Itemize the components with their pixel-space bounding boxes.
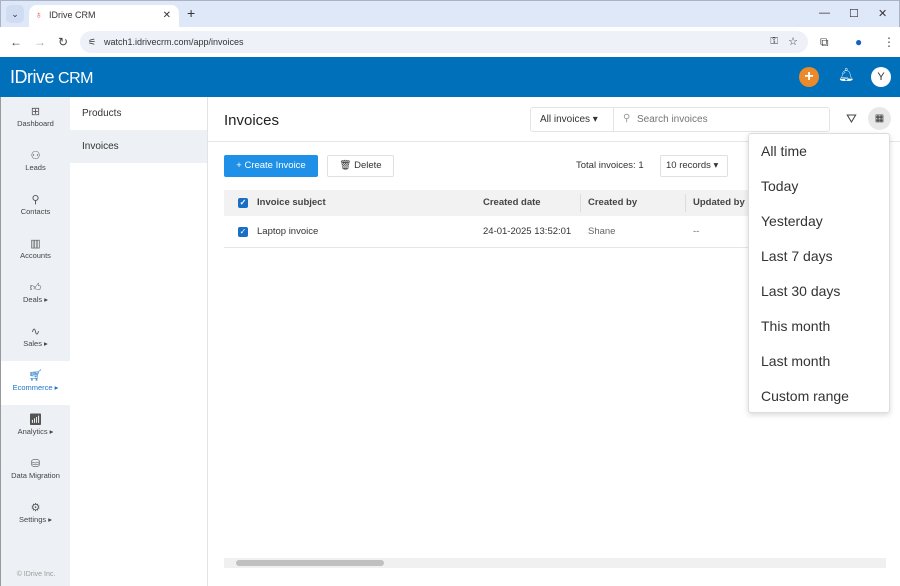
contacts-icon: ⚲ bbox=[31, 194, 40, 206]
sidebar-item-data-migration[interactable]: ⛁ Data Migration bbox=[1, 449, 70, 493]
date-range-menu: All time Today Yesterday Last 7 days Las… bbox=[748, 133, 890, 413]
cart-icon: 🛒︎ bbox=[28, 370, 43, 382]
total-invoices: Total invoices: 1 bbox=[576, 160, 644, 171]
col-invoice-subject[interactable]: Invoice subject bbox=[257, 190, 326, 216]
created-date: 24-01-2025 13:52:01 bbox=[483, 226, 572, 237]
tab-title: IDrive CRM bbox=[49, 10, 96, 20]
browser-menu-icon[interactable]: ⋮ bbox=[883, 35, 895, 49]
col-created-by[interactable]: Created by bbox=[588, 190, 637, 216]
browser-tab[interactable]: ♁ IDrive CRM ✕ bbox=[29, 5, 179, 28]
site-info-icon[interactable]: ⚟ bbox=[88, 31, 96, 53]
close-tab-icon[interactable]: ✕ bbox=[163, 5, 171, 26]
tab-search-button[interactable]: ⌄ bbox=[6, 5, 24, 23]
sidebar-item-deals[interactable]: 👍︎ Deals ▸ bbox=[1, 273, 70, 317]
date-option-custom-range[interactable]: Custom range bbox=[749, 379, 889, 414]
date-option-last-month[interactable]: Last month bbox=[749, 344, 889, 379]
search-icon: ⚲ bbox=[623, 113, 631, 124]
row-checkbox[interactable]: ✓ bbox=[238, 227, 248, 237]
select-all-checkbox[interactable]: ✓ bbox=[238, 198, 248, 208]
sidebar-item-contacts[interactable]: ⚲ Contacts bbox=[1, 185, 70, 229]
back-button[interactable]: ← bbox=[10, 35, 22, 49]
profile-icon[interactable]: ● bbox=[855, 35, 862, 49]
forward-button[interactable]: → bbox=[34, 35, 46, 49]
copyright: © IDrive Inc. bbox=[16, 571, 56, 578]
leads-icon: ⚇ bbox=[30, 150, 41, 162]
ecommerce-submenu: Products Invoices bbox=[70, 97, 208, 586]
key-icon[interactable]: ⚿ bbox=[770, 31, 778, 53]
create-invoice-button[interactable]: + Create Invoice bbox=[224, 155, 318, 177]
sidebar-item-sales[interactable]: ∿ Sales ▸ bbox=[1, 317, 70, 361]
invoice-subject[interactable]: Laptop invoice bbox=[257, 216, 318, 248]
delete-button[interactable]: 🗑︎ Delete bbox=[327, 155, 394, 177]
date-option-all-time[interactable]: All time bbox=[749, 134, 889, 169]
submenu-item-invoices[interactable]: Invoices bbox=[70, 130, 207, 163]
browser-tab-bar: ⌄ ♁ IDrive CRM ✕ + — ☐ ✕ bbox=[0, 0, 900, 28]
search-input[interactable] bbox=[637, 110, 827, 129]
sidebar-item-dashboard[interactable]: ⊞ Dashboard bbox=[1, 97, 70, 141]
sidebar-item-settings[interactable]: ⚙ Settings ▸ bbox=[1, 493, 70, 537]
accounts-icon: ▥ bbox=[30, 238, 41, 250]
date-option-last-30-days[interactable]: Last 30 days bbox=[749, 274, 889, 309]
url-field[interactable]: ⚟ watch1.idrivecrm.com/app/invoices ⚿ ☆ bbox=[80, 31, 808, 53]
scrollbar-thumb[interactable] bbox=[236, 560, 384, 566]
date-option-today[interactable]: Today bbox=[749, 169, 889, 204]
created-by: Shane bbox=[588, 226, 616, 237]
view-select[interactable]: All invoices ▾ bbox=[531, 108, 614, 131]
url-text: watch1.idrivecrm.com/app/invoices bbox=[104, 37, 244, 47]
bookmark-star-icon[interactable]: ☆ bbox=[788, 31, 798, 53]
submenu-item-products[interactable]: Products bbox=[70, 97, 207, 130]
main-sidebar: ⊞ Dashboard ⚇ Leads ⚲ Contacts ▥ Accounts 👍︎… bbox=[0, 97, 70, 586]
thumbs-up-icon: 👍︎ bbox=[29, 282, 42, 294]
idrive-favicon-icon: ♁ bbox=[35, 10, 43, 21]
table-row[interactable]: ✓ Laptop invoice 24-01-2025 13:52:01 Sha… bbox=[224, 216, 754, 248]
sidebar-item-accounts[interactable]: ▥ Accounts bbox=[1, 229, 70, 273]
sidebar-item-ecommerce[interactable]: 🛒︎ Ecommerce ▸ bbox=[1, 361, 70, 405]
table-header: ✓ Invoice subject Created date Created b… bbox=[224, 190, 754, 216]
notifications-bell-icon[interactable]: 🔔︎ bbox=[838, 67, 855, 83]
close-window-button[interactable]: ✕ bbox=[878, 7, 887, 20]
col-created-date[interactable]: Created date bbox=[483, 190, 541, 216]
dashboard-icon: ⊞ bbox=[30, 106, 41, 118]
trash-icon: 🗑︎ bbox=[339, 160, 352, 171]
database-icon: ⛁ bbox=[30, 458, 41, 470]
sidebar-item-leads[interactable]: ⚇ Leads bbox=[1, 141, 70, 185]
date-option-last-7-days[interactable]: Last 7 days bbox=[749, 239, 889, 274]
sidebar-item-analytics[interactable]: 📶︎ Analytics ▸ bbox=[1, 405, 70, 449]
app-header: IDrive CRM + 🔔︎ Y bbox=[0, 57, 900, 97]
quick-add-button[interactable]: + bbox=[799, 67, 819, 87]
address-bar-row: ← → ↻ ⚟ watch1.idrivecrm.com/app/invoice… bbox=[0, 27, 900, 57]
calendar-icon[interactable]: ▦ bbox=[868, 107, 891, 130]
reload-button[interactable]: ↻ bbox=[58, 35, 68, 49]
horizontal-scrollbar[interactable] bbox=[224, 558, 886, 568]
date-option-yesterday[interactable]: Yesterday bbox=[749, 204, 889, 239]
new-tab-button[interactable]: + bbox=[187, 5, 195, 21]
filter-funnel-icon[interactable]: ⛛ bbox=[846, 111, 857, 127]
records-per-page-select[interactable]: 10 records ▾ bbox=[660, 155, 728, 177]
user-avatar[interactable]: Y bbox=[871, 67, 891, 87]
minimize-button[interactable]: — bbox=[819, 7, 830, 19]
updated-by: -- bbox=[693, 226, 700, 237]
gear-icon: ⚙ bbox=[30, 502, 41, 514]
idrive-crm-logo[interactable]: IDrive CRM bbox=[10, 67, 93, 88]
maximize-button[interactable]: ☐ bbox=[849, 7, 859, 20]
page-title: Invoices bbox=[224, 112, 280, 129]
chart-icon: 📶︎ bbox=[28, 414, 43, 426]
date-option-this-month[interactable]: This month bbox=[749, 309, 889, 344]
extensions-icon[interactable]: ⧉ bbox=[820, 35, 829, 50]
col-updated-by[interactable]: Updated by bbox=[693, 190, 745, 216]
pulse-icon: ∿ bbox=[30, 326, 41, 338]
filter-bar: All invoices ▾ ⚲ bbox=[530, 107, 830, 132]
